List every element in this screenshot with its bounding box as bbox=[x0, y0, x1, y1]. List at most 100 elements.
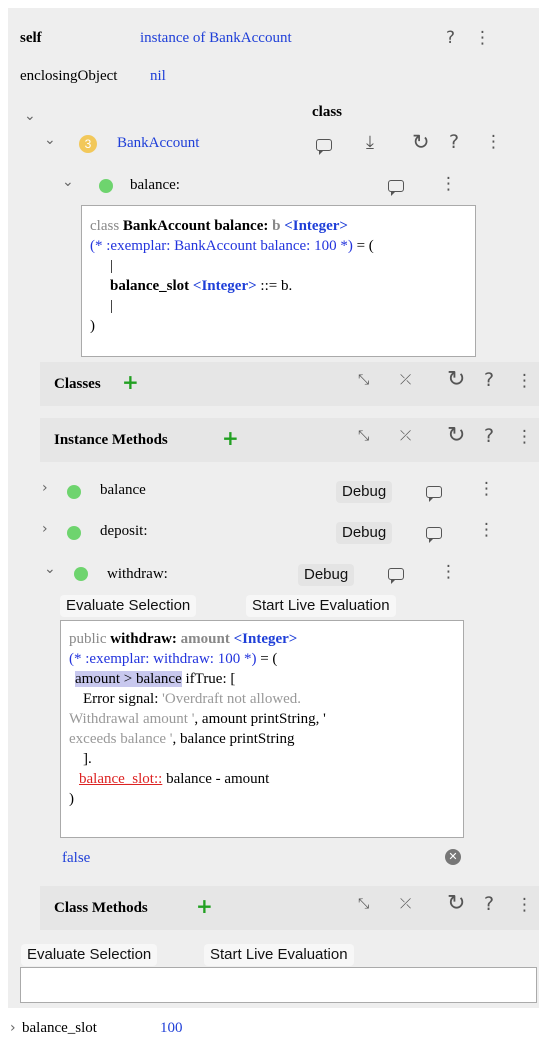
status-dot bbox=[67, 526, 81, 540]
code-text: ::= b. bbox=[256, 278, 293, 294]
chevron-right-icon[interactable]: › bbox=[42, 480, 48, 496]
debug-button[interactable]: Debug bbox=[298, 564, 355, 586]
class-methods-section: Class Methods + ⤡ ⤫ ↻ ? ⋮ bbox=[40, 886, 539, 930]
self-value[interactable]: instance of BankAccount bbox=[140, 30, 292, 47]
chevron-down-icon[interactable]: ⌄ bbox=[24, 108, 36, 124]
comment-icon[interactable] bbox=[316, 139, 332, 155]
debug-button[interactable]: Debug bbox=[336, 481, 393, 503]
start-live-evaluation-button[interactable]: Start Live Evaluation bbox=[204, 944, 354, 966]
class-name[interactable]: BankAccount bbox=[117, 135, 199, 152]
slot-name[interactable]: balance_slot bbox=[22, 1020, 97, 1037]
string-literal: 'Overdraft not allowed. bbox=[162, 691, 302, 707]
string-literal: exceeds balance ' bbox=[69, 731, 173, 747]
expand-icon[interactable]: ⤡ bbox=[358, 428, 369, 444]
exemplar-comment: (* :exemplar: BankAccount balance: 100 *… bbox=[90, 238, 353, 254]
collapse-icon[interactable]: ⤫ bbox=[400, 896, 411, 912]
status-dot bbox=[67, 485, 81, 499]
download-icon[interactable]: ⤓ bbox=[366, 132, 374, 153]
more-icon[interactable]: ⋮ bbox=[516, 427, 533, 447]
chevron-right-icon[interactable]: › bbox=[42, 521, 48, 537]
param: b bbox=[272, 218, 285, 234]
add-icon[interactable]: + bbox=[196, 894, 213, 918]
method-name[interactable]: withdraw: bbox=[107, 566, 168, 583]
keyword: public bbox=[69, 631, 111, 647]
chevron-right-icon[interactable]: › bbox=[10, 1020, 16, 1036]
section-title: Classes bbox=[54, 376, 101, 392]
enclosing-label: enclosingObject bbox=[20, 68, 118, 84]
count-badge: 3 bbox=[79, 135, 97, 153]
section-title: Instance Methods bbox=[54, 432, 168, 448]
more-icon[interactable]: ⋮ bbox=[474, 28, 491, 48]
param: amount bbox=[180, 631, 234, 647]
help-icon[interactable]: ? bbox=[449, 131, 459, 153]
code-editor[interactable]: class BankAccount balance: b <Integer> (… bbox=[81, 205, 476, 357]
type-annotation: <Integer> bbox=[192, 278, 257, 294]
exemplar-comment: (* :exemplar: withdraw: 100 *) bbox=[69, 651, 257, 667]
keyword: class bbox=[90, 218, 123, 234]
comment-icon[interactable] bbox=[388, 568, 404, 584]
method-name[interactable]: balance bbox=[100, 482, 146, 499]
collapse-icon[interactable]: ⤫ bbox=[400, 372, 411, 388]
expand-icon[interactable]: ⤡ bbox=[358, 372, 369, 388]
more-icon[interactable]: ⋮ bbox=[516, 895, 533, 915]
help-icon[interactable]: ? bbox=[484, 425, 494, 447]
start-live-evaluation-button[interactable]: Start Live Evaluation bbox=[246, 595, 396, 617]
slot-name: balance_slot bbox=[110, 278, 193, 294]
slot-value[interactable]: 100 bbox=[160, 1020, 183, 1037]
more-icon[interactable]: ⋮ bbox=[478, 479, 495, 499]
more-icon[interactable]: ⋮ bbox=[478, 520, 495, 540]
code-text: = ( bbox=[352, 238, 374, 254]
class-label: class bbox=[312, 104, 342, 120]
chevron-down-icon[interactable]: ⌄ bbox=[62, 174, 74, 190]
section-title: Class Methods bbox=[54, 900, 148, 916]
evaluation-result[interactable]: false bbox=[62, 850, 90, 867]
signature: BankAccount balance: bbox=[122, 218, 273, 234]
type-annotation: <Integer> bbox=[284, 218, 348, 234]
add-icon[interactable]: + bbox=[222, 426, 239, 450]
more-icon[interactable]: ⋮ bbox=[440, 562, 457, 582]
evaluate-selection-button[interactable]: Evaluate Selection bbox=[21, 944, 158, 966]
code-text: balance - amount bbox=[162, 771, 270, 787]
chevron-down-icon[interactable]: ⌄ bbox=[44, 132, 56, 148]
collapse-icon[interactable]: ⤫ bbox=[400, 428, 411, 444]
help-icon[interactable]: ? bbox=[446, 28, 455, 48]
instance-methods-section: Instance Methods + ⤡ ⤫ ↻ ? ⋮ bbox=[40, 418, 539, 462]
code-text: | bbox=[110, 298, 114, 314]
debug-button[interactable]: Debug bbox=[336, 522, 393, 544]
more-icon[interactable]: ⋮ bbox=[485, 132, 502, 152]
code-text: ) bbox=[69, 791, 74, 807]
method-name[interactable]: balance: bbox=[130, 177, 180, 194]
refresh-icon[interactable]: ↻ bbox=[447, 891, 465, 916]
refresh-icon[interactable]: ↻ bbox=[412, 130, 430, 154]
evaluation-input[interactable] bbox=[20, 967, 537, 1003]
evaluate-selection-button[interactable]: Evaluate Selection bbox=[60, 595, 197, 617]
add-icon[interactable]: + bbox=[122, 370, 139, 394]
error-code: balance_slot:: bbox=[79, 771, 163, 787]
code-text: ]. bbox=[83, 751, 92, 767]
code-editor[interactable]: public withdraw: amount <Integer> (* :ex… bbox=[60, 620, 464, 838]
signature: withdraw: bbox=[110, 631, 181, 647]
comment-icon[interactable] bbox=[388, 180, 404, 196]
close-icon[interactable]: ✕ bbox=[445, 849, 461, 865]
status-dot bbox=[74, 567, 88, 581]
refresh-icon[interactable]: ↻ bbox=[447, 423, 465, 448]
more-icon[interactable]: ⋮ bbox=[516, 371, 533, 391]
method-name[interactable]: deposit: bbox=[100, 523, 148, 540]
help-icon[interactable]: ? bbox=[484, 893, 494, 915]
code-text: ifTrue: [ bbox=[181, 671, 236, 687]
code-text: | bbox=[110, 258, 114, 274]
chevron-down-icon[interactable]: ⌄ bbox=[44, 561, 56, 577]
expand-icon[interactable]: ⤡ bbox=[358, 896, 369, 912]
status-dot bbox=[99, 179, 113, 193]
more-icon[interactable]: ⋮ bbox=[440, 174, 457, 194]
enclosing-value[interactable]: nil bbox=[150, 68, 166, 85]
refresh-icon[interactable]: ↻ bbox=[447, 367, 465, 392]
help-icon[interactable]: ? bbox=[484, 369, 494, 391]
string-literal: Withdrawal amount ' bbox=[69, 711, 195, 727]
self-label: self bbox=[20, 30, 42, 46]
classes-section: Classes + ⤡ ⤫ ↻ ? ⋮ bbox=[40, 362, 539, 406]
comment-icon[interactable] bbox=[426, 527, 442, 543]
code-text: , balance printString bbox=[172, 731, 295, 747]
comment-icon[interactable] bbox=[426, 486, 442, 502]
selected-code: amount > balance bbox=[75, 671, 182, 687]
